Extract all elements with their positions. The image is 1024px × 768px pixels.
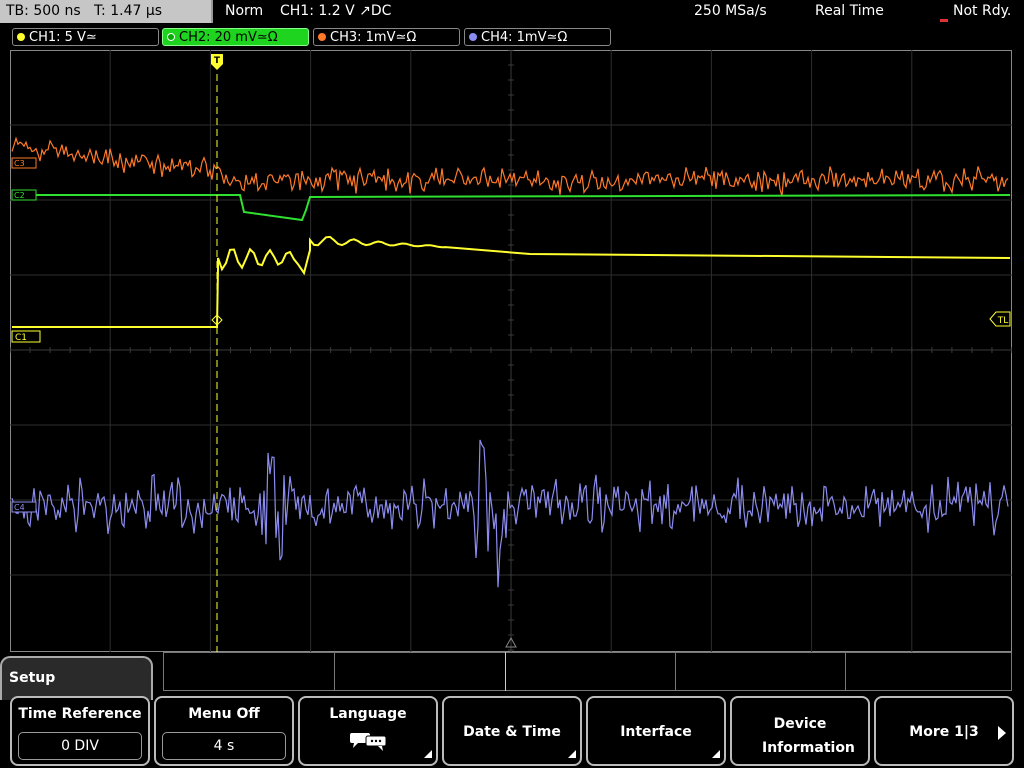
softkey-date-time[interactable]: Date & Time <box>442 696 582 766</box>
channel-tab-ch4[interactable]: CH4: 1mV≃Ω <box>464 28 611 46</box>
softkey-language[interactable]: Language <box>298 696 438 766</box>
channel-tab-label: CH4: 1mV≃Ω <box>481 30 568 45</box>
softkey-more[interactable]: More 1|3 <box>874 696 1014 766</box>
ch1-dot-icon <box>17 33 25 41</box>
softkey-label: Date & Time <box>463 724 561 740</box>
overview-divider <box>675 652 676 691</box>
ch1-marker-label: C1 <box>15 333 27 343</box>
ch4-dot-icon <box>469 33 477 41</box>
softkey-label: Menu Off <box>188 706 260 722</box>
waveform-display[interactable]: T TL C1 C2 C3 C4 <box>10 50 1012 652</box>
softkey-label: Device Information <box>762 716 855 756</box>
sample-rate: 250 MSa/s <box>694 3 767 19</box>
ch2-dot-icon <box>167 33 175 41</box>
channel-tab-label: CH3: 1mV≃Ω <box>330 30 417 45</box>
timebase-panel[interactable]: TB: 500 ns T: 1.47 µs <box>0 0 213 23</box>
speech-bubbles-icon <box>350 733 387 751</box>
menu-title-tab: Setup <box>0 656 153 700</box>
state-indicator-icon <box>940 19 948 22</box>
softkey-menu-off[interactable]: Menu Off 4 s <box>154 696 294 766</box>
overview-center-mark <box>505 652 506 691</box>
trigger-time-readout: T: 1.47 µs <box>94 3 163 19</box>
ch3-marker-label: C3 <box>14 159 25 168</box>
acquisition-state: Not Rdy. <box>953 3 1012 19</box>
next-page-icon <box>998 726 1006 740</box>
scroll-overview-bar <box>163 652 1012 691</box>
ch3-offset-marker[interactable]: C3 <box>11 157 37 169</box>
softkey-label: Interface <box>620 724 692 740</box>
channel-tab-ch2[interactable]: CH2: 20 mV≃Ω <box>162 28 309 46</box>
acquisition-mode: Real Time <box>815 3 884 19</box>
channel-tab-label: CH2: 20 mV≃Ω <box>179 30 278 45</box>
menu-title: Setup <box>9 670 56 686</box>
ch1-offset-marker[interactable]: C1 <box>11 330 41 343</box>
overview-divider <box>334 652 335 691</box>
trigger-info: CH1: 1.2 V ↗DC <box>280 3 392 19</box>
ch2-marker-label: C2 <box>14 191 25 200</box>
submenu-indicator-icon <box>568 750 576 758</box>
ch2-offset-marker[interactable]: C2 <box>11 189 37 201</box>
softkey-interface[interactable]: Interface <box>586 696 726 766</box>
submenu-indicator-icon <box>712 750 720 758</box>
trigger-marker-label: T <box>214 56 221 66</box>
ch4-marker-label: C4 <box>14 503 25 512</box>
channel-tab-ch3[interactable]: CH3: 1mV≃Ω <box>313 28 460 46</box>
softkey-time-reference[interactable]: Time Reference 0 DIV <box>10 696 150 766</box>
submenu-indicator-icon <box>424 750 432 758</box>
softkey-label: Time Reference <box>18 706 142 722</box>
channel-tab-label: CH1: 5 V≃ <box>29 30 97 45</box>
menu-off-value: 4 s <box>162 732 286 760</box>
trigger-level-label: TL <box>997 316 1009 326</box>
overview-divider <box>845 652 846 691</box>
softkey-label: Language <box>329 706 407 722</box>
channel-tab-ch1[interactable]: CH1: 5 V≃ <box>12 28 159 46</box>
status-bar: TB: 500 ns T: 1.47 µs Norm CH1: 1.2 V ↗D… <box>0 0 1024 24</box>
time-reference-value: 0 DIV <box>18 732 142 760</box>
timebase-readout: TB: 500 ns <box>6 3 81 19</box>
softkey-device-information[interactable]: Device Information <box>730 696 870 766</box>
ch3-dot-icon <box>318 33 326 41</box>
trigger-mode: Norm <box>225 3 264 19</box>
softkey-label: More 1|3 <box>909 724 979 740</box>
ch4-offset-marker[interactable]: C4 <box>11 501 37 513</box>
